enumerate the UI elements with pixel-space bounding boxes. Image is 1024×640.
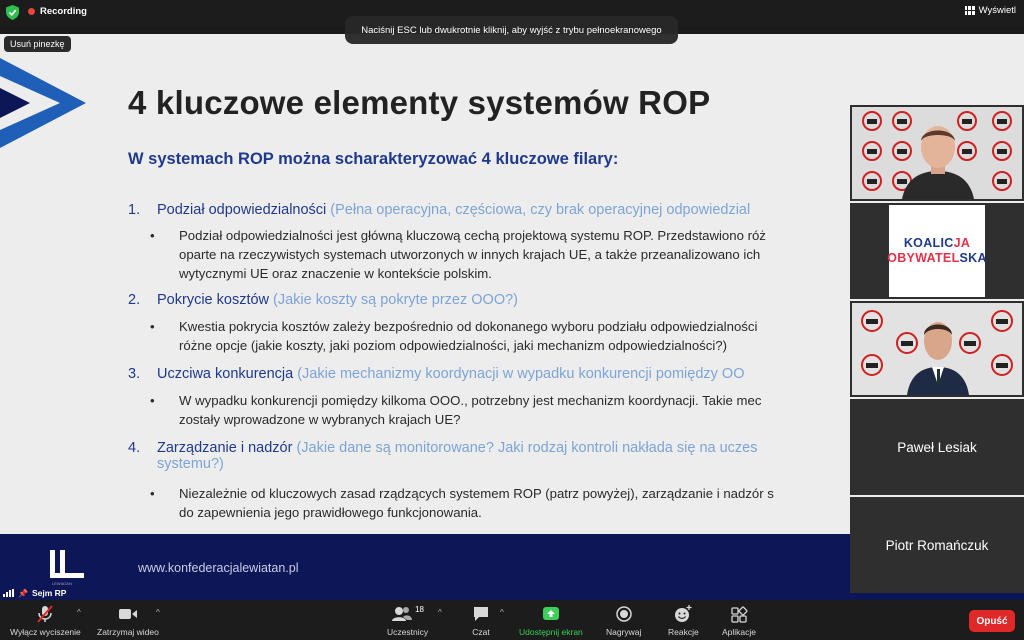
- participant-name-tile-1[interactable]: Paweł Lesiak: [850, 399, 1024, 495]
- unmute-label: Wyłącz wyciszenie: [10, 627, 81, 637]
- footer-url: www.konfederacjalewiatan.pl: [138, 561, 299, 575]
- share-screen-button[interactable]: Udostępnij ekran: [519, 605, 583, 637]
- participants-count: 18: [415, 605, 424, 614]
- grid-view-icon: [964, 6, 975, 15]
- video-camera-icon: [118, 609, 137, 619]
- participant-name: Paweł Lesiak: [897, 439, 977, 455]
- participant-video-tile-2[interactable]: [850, 301, 1024, 397]
- share-screen-label: Udostępnij ekran: [519, 627, 583, 637]
- smiley-reaction-icon: [675, 605, 692, 622]
- fullscreen-exit-hint: Naciśnij ESC lub dwukrotnie kliknij, aby…: [345, 16, 678, 44]
- record-icon: [615, 606, 632, 622]
- reactions-label: Reakcje: [668, 627, 699, 637]
- meeting-toolbar: Wyłącz wyciszenie ^ Zatrzymaj wideo ^ 18…: [0, 600, 1024, 640]
- recording-dot-icon: [28, 8, 35, 15]
- record-button[interactable]: Nagrywaj: [606, 605, 641, 637]
- participant-video-tile-1[interactable]: [850, 105, 1024, 201]
- pillar-4-heading: 4. Zarządzanie i nadzór (Jakie dane są mo…: [128, 440, 758, 472]
- svg-text:LEWIATAN: LEWIATAN: [52, 581, 72, 586]
- view-button[interactable]: Wyświetl: [964, 5, 1016, 16]
- apps-label: Aplikacje: [722, 627, 757, 637]
- zoom-meeting-window: Recording Wyświetl 4 kluczowe elementy s…: [0, 0, 1024, 640]
- chat-options-caret-icon[interactable]: ^: [500, 608, 504, 617]
- stop-video-label: Zatrzymaj wideo: [97, 627, 159, 637]
- participants-button[interactable]: 18 Uczestnicy: [387, 605, 428, 637]
- participant-name: Piotr Romańczuk: [885, 537, 989, 553]
- view-label: Wyświetl: [978, 5, 1016, 16]
- connection-status[interactable]: 📌 Sejm RP: [3, 588, 66, 598]
- pillar-4-bullet: • Niezależnie od kluczowych zasad rządzą…: [150, 486, 774, 520]
- share-screen-icon: [542, 607, 559, 620]
- slide-subtitle: W systemach ROP można scharakteryzować 4…: [128, 150, 619, 168]
- unpin-button[interactable]: Usuń pinezkę: [4, 36, 71, 52]
- pillar-2-bullet: • Kwestia pokrycia kosztów zależy bezpoś…: [150, 319, 758, 353]
- man-in-dark-shirt-icon: [852, 107, 1022, 199]
- chat-label: Czat: [472, 627, 490, 637]
- slide-title: 4 kluczowe elementy systemów ROP: [128, 84, 711, 121]
- pillar-1-heading: 1. Podział odpowiedzialności (Pełna opera…: [128, 202, 751, 218]
- lewiatan-chevron-logo: [0, 58, 86, 148]
- stop-video-button[interactable]: Zatrzymaj wideo: [97, 605, 159, 637]
- man-in-suit-icon: [852, 303, 1022, 395]
- chat-button[interactable]: Czat: [472, 605, 490, 637]
- participants-icon: [392, 607, 413, 621]
- chat-bubble-icon: [474, 607, 488, 621]
- recording-label: Recording: [40, 6, 87, 17]
- pillar-3-heading: 3. Uczciwa konkurencja (Jakie mechanizmy …: [128, 366, 745, 382]
- participants-options-caret-icon[interactable]: ^: [438, 608, 442, 617]
- record-label: Nagrywaj: [606, 627, 642, 637]
- pillar-3-bullet: • W wypadku konkurencji pomiędzy kilkoma…: [150, 393, 762, 427]
- koalicja-obywatelska-logo: KOALICJA OBYWATELSKA: [887, 205, 987, 297]
- apps-icon: [731, 606, 748, 623]
- participants-label: Uczestnicy: [387, 627, 429, 637]
- lewiatan-footer-logo: LEWIATAN: [50, 550, 84, 586]
- participant-logo-tile[interactable]: KOALICJA OBYWATELSKA: [850, 203, 1024, 299]
- apps-button[interactable]: Aplikacje: [722, 605, 756, 637]
- recording-indicator[interactable]: Recording: [28, 6, 87, 17]
- reactions-button[interactable]: Reakcje: [668, 605, 699, 637]
- participant-name-tile-2[interactable]: Piotr Romańczuk: [850, 497, 1024, 593]
- leave-meeting-button[interactable]: Opuść: [969, 610, 1015, 632]
- unmute-button[interactable]: Wyłącz wyciszenie: [10, 605, 81, 637]
- video-options-caret-icon[interactable]: ^: [156, 608, 160, 617]
- signal-strength-icon: [3, 589, 14, 597]
- audio-options-caret-icon[interactable]: ^: [77, 608, 81, 617]
- muted-microphone-icon: [37, 605, 54, 623]
- connection-label: Sejm RP: [31, 588, 67, 598]
- pin-icon: 📌: [18, 588, 28, 598]
- pillar-1-bullet: • Podział odpowiedzialności jest główną …: [150, 228, 766, 281]
- shield-icon[interactable]: [6, 5, 19, 20]
- pillar-2-heading: 2. Pokrycie kosztów (Jakie koszty są pokr…: [128, 292, 519, 308]
